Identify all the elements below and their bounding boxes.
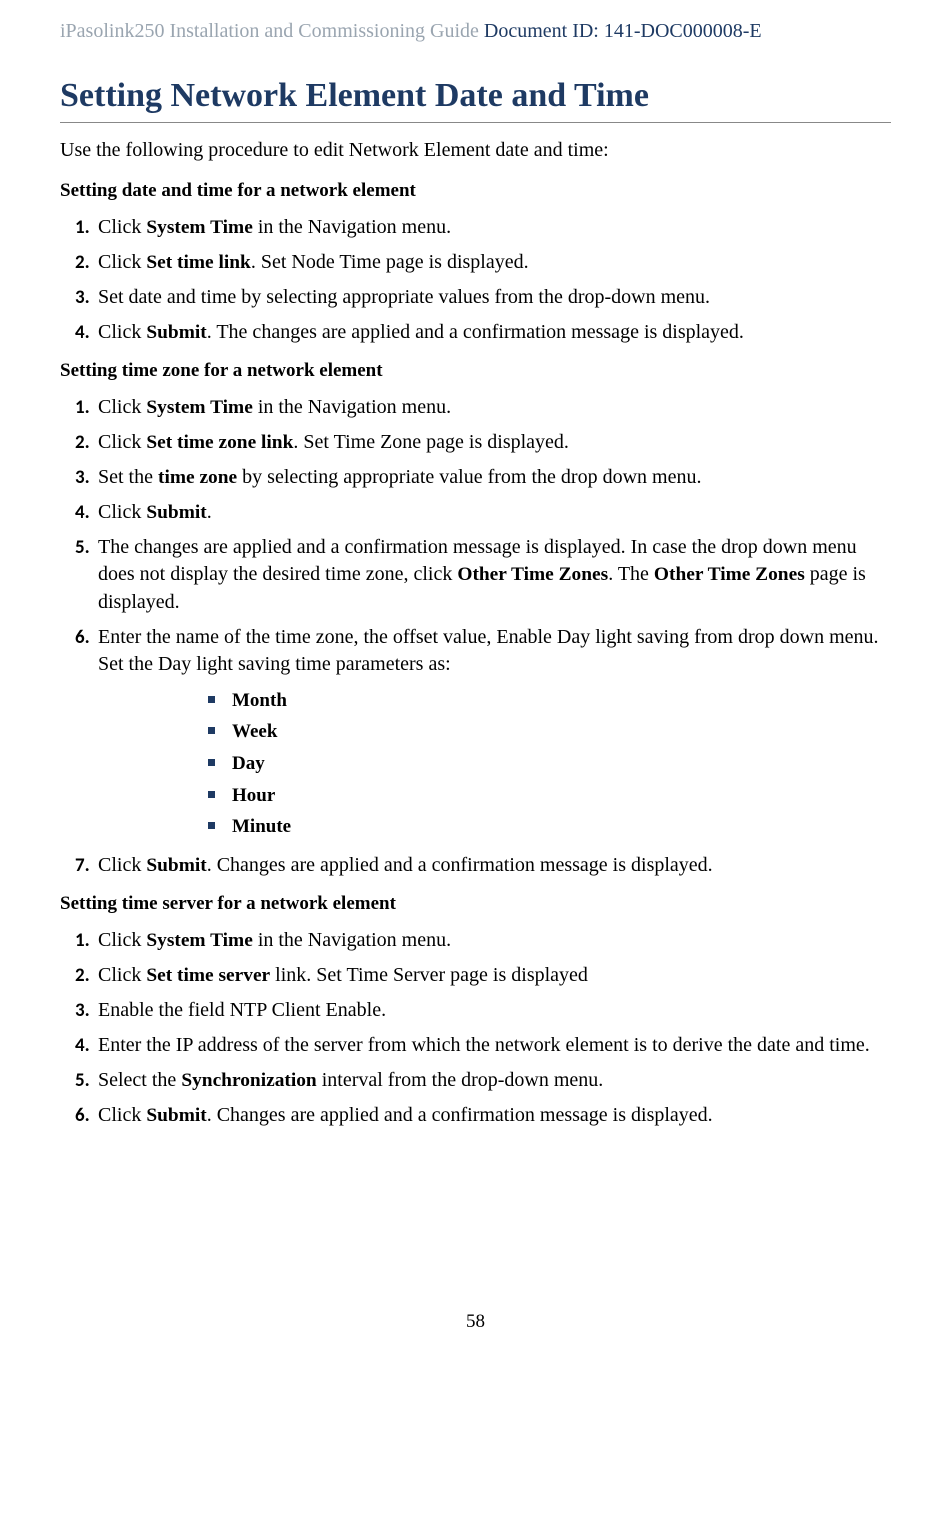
step: Click System Time in the Navigation menu… [94, 214, 891, 241]
step: Click Submit. Changes are applied and a … [94, 852, 891, 879]
list-item: Day [208, 751, 891, 777]
section-heading: Setting time server for a network elemen… [60, 891, 891, 917]
step: Click Set time zone link. Set Time Zone … [94, 429, 891, 456]
step: Enable the field NTP Client Enable. [94, 997, 891, 1024]
step: Click Submit. The changes are applied an… [94, 319, 891, 346]
page-title: Setting Network Element Date and Time [60, 73, 891, 123]
page-header: iPasolink250 Installation and Commission… [60, 0, 891, 73]
bullet-list: Month Week Day Hour Minute [208, 688, 891, 840]
header-doc-id: Document ID: 141-DOC000008-E [484, 20, 762, 42]
step: Click Set time server link. Set Time Ser… [94, 962, 891, 989]
step: Enter the IP address of the server from … [94, 1032, 891, 1059]
list-item: Week [208, 719, 891, 745]
step: Click Set time link. Set Node Time page … [94, 249, 891, 276]
step: The changes are applied and a confirmati… [94, 534, 891, 615]
list-item: Month [208, 688, 891, 714]
step: Click Submit. Changes are applied and a … [94, 1102, 891, 1129]
step: Click Submit. [94, 499, 891, 526]
procedure-list: Click System Time in the Navigation menu… [60, 394, 891, 879]
step: Click System Time in the Navigation menu… [94, 927, 891, 954]
step: Enter the name of the time zone, the off… [94, 624, 891, 840]
section-heading: Setting date and time for a network elem… [60, 178, 891, 204]
procedure-list: Click System Time in the Navigation menu… [60, 927, 891, 1130]
step: Click System Time in the Navigation menu… [94, 394, 891, 421]
step: Select the Synchronization interval from… [94, 1067, 891, 1094]
step: Set date and time by selecting appropria… [94, 284, 891, 311]
page-number: 58 [60, 1309, 891, 1335]
list-item: Hour [208, 783, 891, 809]
intro-text: Use the following procedure to edit Netw… [60, 137, 891, 164]
section-heading: Setting time zone for a network element [60, 358, 891, 384]
step: Set the time zone by selecting appropria… [94, 464, 891, 491]
procedure-list: Click System Time in the Navigation menu… [60, 214, 891, 347]
list-item: Minute [208, 814, 891, 840]
header-product: iPasolink250 Installation and Commission… [60, 20, 484, 42]
